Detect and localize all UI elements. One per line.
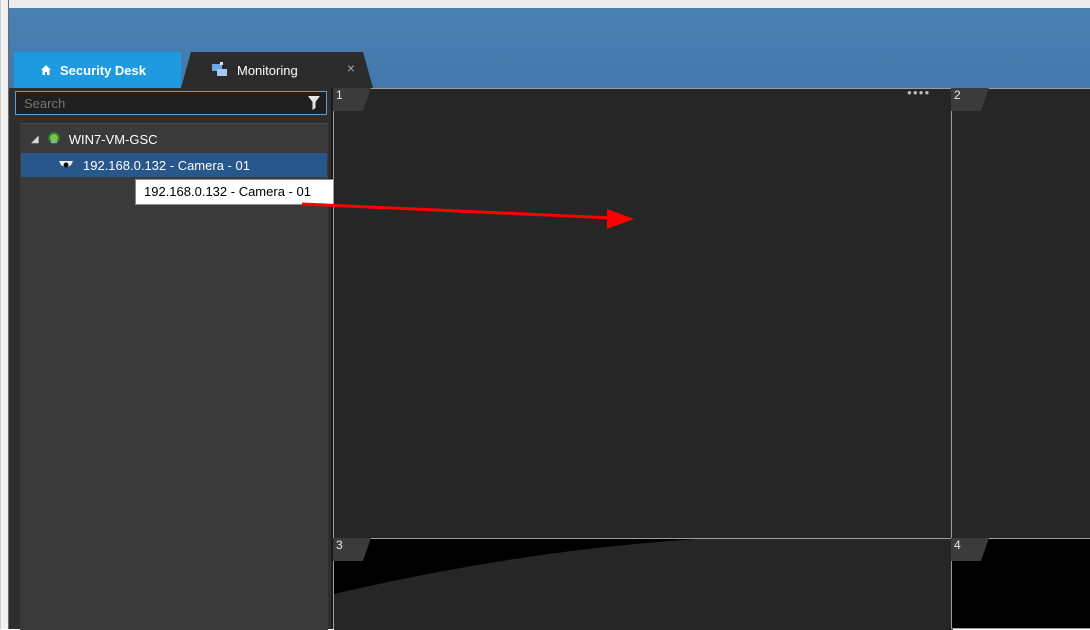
app-window: Security Desk Monitoring × ◢ W: [0, 0, 1090, 630]
drag-arrow: [301, 202, 634, 229]
